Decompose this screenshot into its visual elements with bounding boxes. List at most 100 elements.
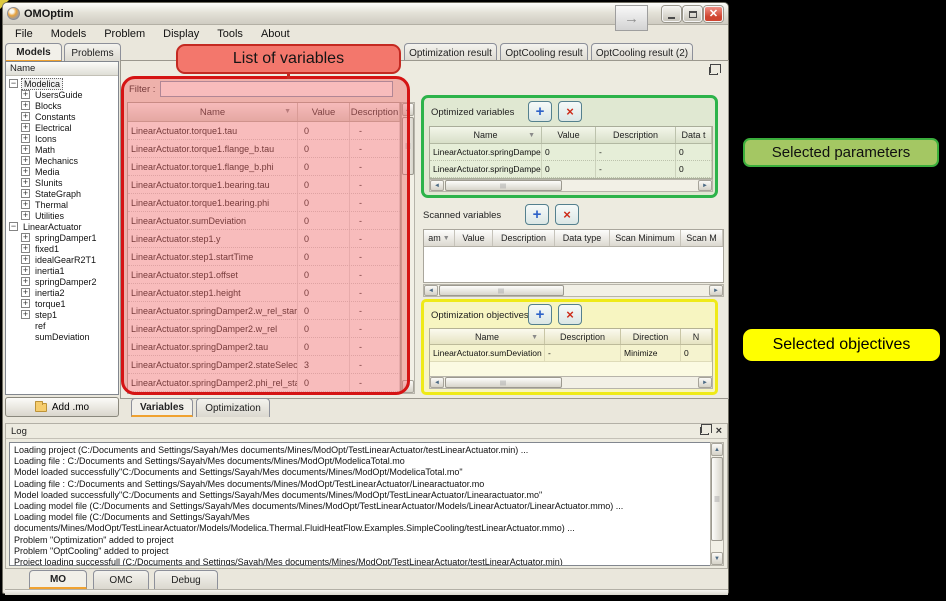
tree-expander-icon[interactable] (21, 200, 30, 209)
add-scanned-variable-button[interactable]: + (525, 204, 549, 225)
scroll-right-icon[interactable]: ► (709, 285, 723, 296)
variable-row[interactable]: LinearActuator.springDamper2.w_rel 0 - (128, 320, 400, 338)
scrollbar-thumb[interactable] (445, 180, 562, 191)
variable-row[interactable]: LinearActuator.springDamper2.phi_rel_sta… (128, 374, 400, 392)
maximize-button[interactable] (683, 6, 702, 22)
scrollbar-track[interactable] (402, 116, 414, 380)
tree-item[interactable]: fixed1 (6, 243, 118, 254)
variable-row[interactable]: LinearActuator.torque1.tau 0 - (128, 122, 400, 140)
scrollbar-thumb[interactable] (439, 285, 564, 296)
objective-row[interactable]: LinearActuator.sumDeviation - Minimize 0 (430, 345, 712, 362)
tree-item[interactable]: Modelica (6, 78, 118, 89)
scroll-left-icon[interactable]: ◄ (424, 285, 438, 296)
minimize-button[interactable] (662, 6, 681, 22)
scroll-down-icon[interactable]: ▼ (711, 552, 723, 565)
variable-row[interactable]: LinearActuator.step1.y 0 - (128, 230, 400, 248)
tab-optimization[interactable]: Optimization (196, 398, 270, 417)
tree-item[interactable]: Utilities (6, 210, 118, 221)
column-header-name[interactable]: Name ▼ (430, 329, 545, 344)
tree-expander-icon[interactable] (21, 134, 30, 143)
tree-expander-icon[interactable] (21, 167, 30, 176)
tree-item[interactable]: springDamper1 (6, 232, 118, 243)
variable-row[interactable]: LinearActuator.step1.offset 0 - (128, 266, 400, 284)
tab-mo[interactable]: MO (29, 570, 87, 589)
variable-row[interactable]: LinearActuator.springDamper2.tau 0 - (128, 338, 400, 356)
tree-item[interactable]: springDamper2 (6, 276, 118, 287)
tree-expander-icon[interactable] (21, 277, 30, 286)
variable-row[interactable]: LinearActuator.torque1.bearing.phi 0 - (128, 194, 400, 212)
column-header-description[interactable]: Description (493, 230, 555, 246)
tree-item[interactable]: idealGearR2T1 (6, 254, 118, 265)
tree-expander-icon[interactable] (21, 266, 30, 275)
optimized-variable-row[interactable]: LinearActuator.springDamper2.d 0 - 0 (430, 144, 712, 161)
tree-expander-icon[interactable] (21, 101, 30, 110)
tree-item[interactable]: step1 (6, 309, 118, 320)
column-header-direction[interactable]: Direction (621, 329, 681, 344)
tree-expander-icon[interactable] (21, 90, 30, 99)
tree-item[interactable]: Media (6, 166, 118, 177)
tree-item[interactable]: inertia2 (6, 287, 118, 298)
menu-item[interactable]: File (6, 27, 42, 41)
tree-item[interactable]: Constants (6, 111, 118, 122)
menu-item[interactable]: Models (42, 27, 95, 41)
column-header-data-type[interactable]: Data t (676, 127, 712, 143)
column-header-description[interactable]: Description (545, 329, 621, 344)
tree-expander-icon[interactable] (21, 145, 30, 154)
variable-row[interactable]: LinearActuator.step1.height 0 - (128, 284, 400, 302)
tab-models[interactable]: Models (5, 43, 62, 62)
tree-item[interactable]: Mechanics (6, 155, 118, 166)
scrollbar-track[interactable] (444, 180, 698, 191)
tree-item[interactable]: sumDeviation (6, 331, 118, 342)
tree-expander-icon[interactable] (9, 79, 18, 88)
column-header-name[interactable]: am ▼ (424, 230, 455, 246)
scrollbar-thumb[interactable] (402, 117, 414, 175)
tree-expander-icon[interactable] (21, 123, 30, 132)
column-header-data-type[interactable]: Data type (555, 230, 610, 246)
scrollbar-track[interactable] (438, 285, 709, 296)
tree-item[interactable]: Thermal (6, 199, 118, 210)
remove-scanned-variable-button[interactable]: × (555, 204, 579, 225)
tree-item[interactable]: Blocks (6, 100, 118, 111)
scrollbar-track[interactable] (711, 456, 723, 552)
tab-problems[interactable]: Problems (64, 43, 121, 62)
tree-item[interactable]: torque1 (6, 298, 118, 309)
tree-item[interactable]: inertia1 (6, 265, 118, 276)
tree-expander-icon[interactable] (21, 244, 30, 253)
variable-row[interactable]: LinearActuator.sumDeviation 0 - (128, 212, 400, 230)
tree-expander-icon[interactable] (21, 178, 30, 187)
scanned-horizontal-scrollbar[interactable]: ◄ ► (423, 284, 724, 297)
tree-expander-icon[interactable] (21, 189, 30, 198)
tree-item[interactable]: Math (6, 144, 118, 155)
menu-item[interactable]: Problem (95, 27, 154, 41)
variable-row[interactable]: LinearActuator.springDamper2.w_rel_start… (128, 302, 400, 320)
scroll-up-icon[interactable]: ▲ (711, 443, 723, 456)
variable-row[interactable]: LinearActuator.torque1.flange_b.phi 0 - (128, 158, 400, 176)
tab-debug[interactable]: Debug (154, 570, 218, 589)
tab-omc[interactable]: OMC (93, 570, 149, 589)
objectives-horizontal-scrollbar[interactable]: ◄ ► (429, 376, 713, 389)
tree-expander-icon[interactable] (21, 310, 30, 319)
scroll-left-icon[interactable]: ◄ (430, 180, 444, 191)
column-header-name[interactable]: Name ▼ (430, 127, 542, 143)
tab-variables[interactable]: Variables (131, 398, 193, 417)
column-header-scan-minimum[interactable]: Scan Minimum (610, 230, 681, 246)
column-header-description[interactable]: Description (596, 127, 676, 143)
scrollbar-track[interactable] (444, 377, 698, 388)
scroll-right-icon[interactable]: ► (698, 180, 712, 191)
scroll-left-icon[interactable]: ◄ (430, 377, 444, 388)
add-objective-button[interactable]: + (528, 304, 552, 325)
tree-item[interactable]: Electrical (6, 122, 118, 133)
variable-row[interactable]: LinearActuator.springDamper2.stateSelect… (128, 356, 400, 374)
tree-expander-icon[interactable] (21, 112, 30, 121)
tree-item[interactable]: SIunits (6, 177, 118, 188)
column-header-scan-maximum[interactable]: Scan M (681, 230, 723, 246)
column-header-value[interactable]: Value (542, 127, 596, 143)
tree-expander-icon[interactable] (21, 233, 30, 242)
menu-item[interactable]: Tools (208, 27, 252, 41)
tree-header-name[interactable]: Name (6, 62, 118, 76)
scroll-up-icon[interactable]: ▲ (402, 103, 414, 116)
add-mo-button[interactable]: Add .mo (5, 397, 119, 417)
tree-item[interactable]: StateGraph (6, 188, 118, 199)
column-header-n[interactable]: N (681, 329, 712, 344)
optimized-horizontal-scrollbar[interactable]: ◄ ► (429, 179, 713, 192)
